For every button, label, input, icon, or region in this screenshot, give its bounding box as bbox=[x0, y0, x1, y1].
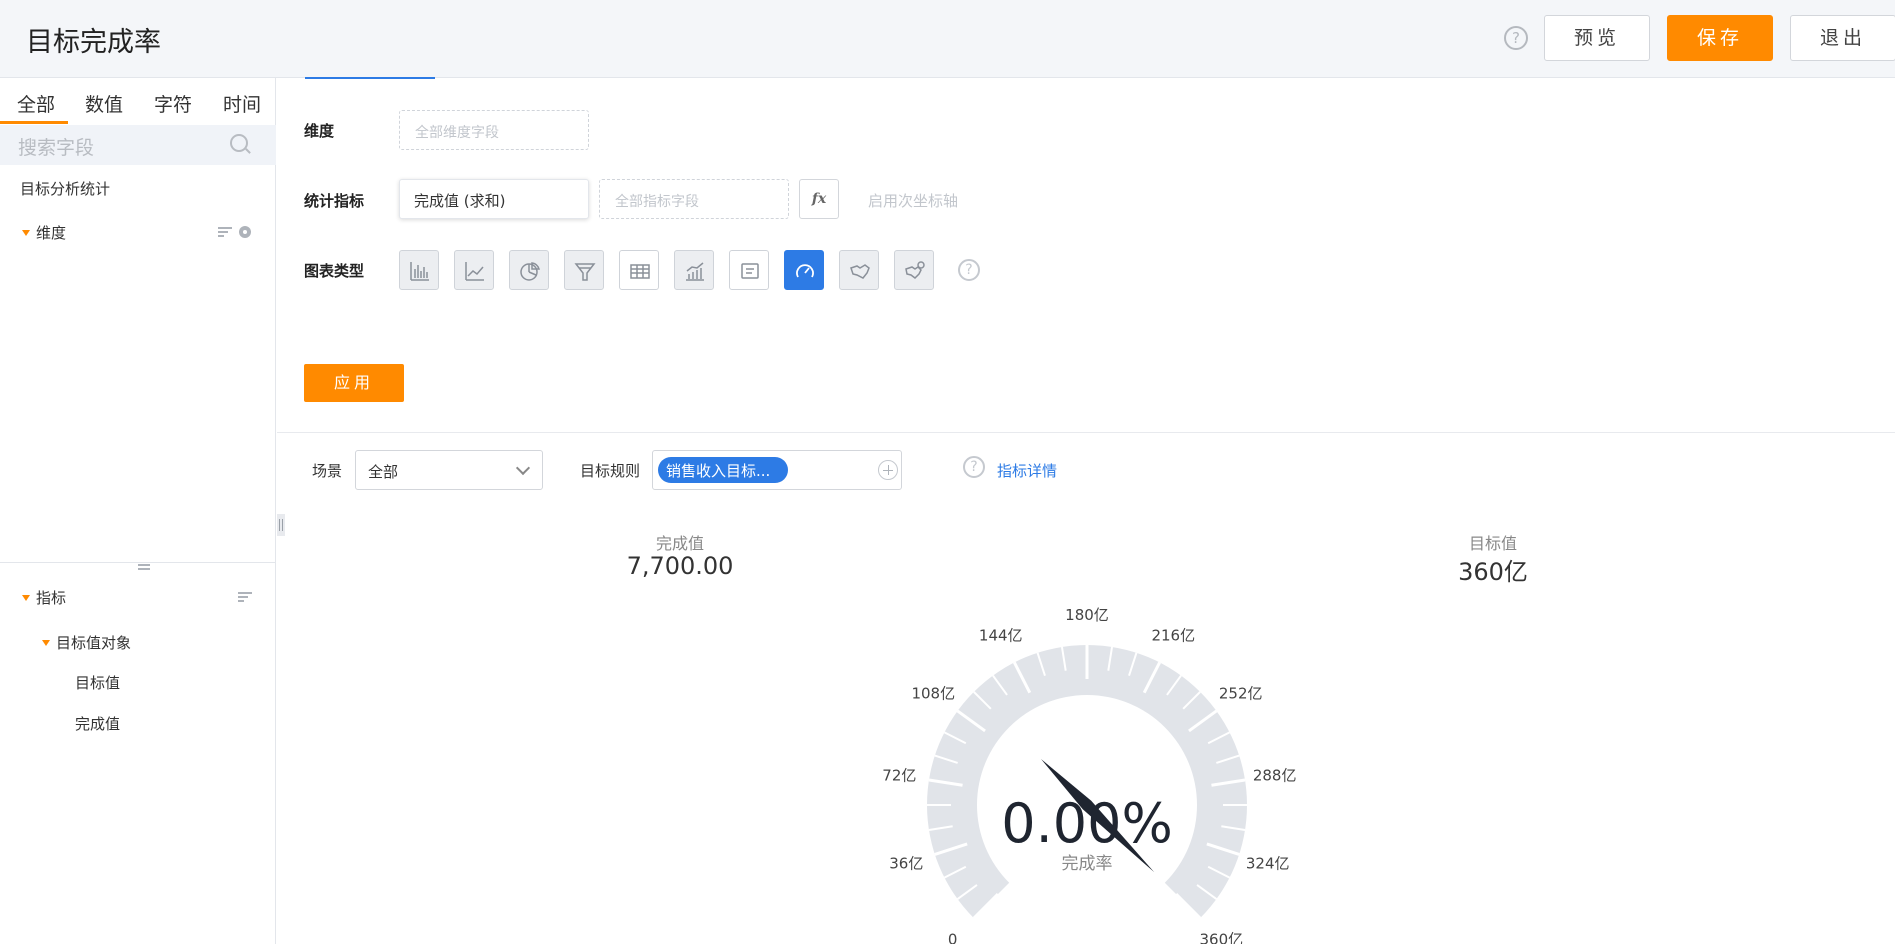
sidebar-divider bbox=[0, 562, 276, 563]
gauge-tick-label: 216亿 bbox=[1151, 627, 1195, 645]
gauge-tick-label: 324亿 bbox=[1246, 855, 1290, 873]
caret-down-icon bbox=[22, 595, 30, 601]
tab-string[interactable]: 字符 bbox=[154, 90, 192, 117]
sort-icon[interactable] bbox=[218, 227, 232, 237]
page-title: 目标完成率 bbox=[26, 27, 161, 58]
gauge-tick-label: 252亿 bbox=[1219, 684, 1263, 702]
field-actual-value[interactable]: 完成值 bbox=[75, 713, 120, 734]
active-tab-underline bbox=[0, 121, 68, 124]
resize-handle[interactable] bbox=[138, 564, 150, 570]
search-input[interactable]: 搜索字段 bbox=[18, 133, 94, 160]
measure-subgroup-label: 目标值对象 bbox=[56, 634, 132, 652]
measure-subgroup[interactable]: 目标值对象 bbox=[42, 632, 131, 653]
caret-down-icon bbox=[22, 230, 30, 236]
gauge-chart: 0 36亿 72亿 108亿 144亿 180亿 216亿 252亿 288亿 324亿 360亿 0… bbox=[882, 606, 1297, 944]
measure-group-label: 指标 bbox=[36, 589, 67, 607]
main-panel: 维度 全部维度字段 统计指标 完成值 (求和) 全部指标字段 fx 启用次坐标轴… bbox=[277, 78, 1895, 944]
search-icon[interactable] bbox=[230, 134, 248, 152]
sort-icon[interactable] bbox=[238, 592, 252, 602]
gauge-band bbox=[926, 645, 1247, 919]
dimension-group-label: 维度 bbox=[36, 224, 67, 242]
gauge-tick-label: 108亿 bbox=[911, 684, 955, 702]
preview-button[interactable]: 预览 bbox=[1544, 15, 1650, 61]
field-target-value[interactable]: 目标值 bbox=[75, 672, 120, 693]
gauge-tick-label: 72亿 bbox=[882, 766, 916, 784]
gear-icon[interactable] bbox=[239, 226, 251, 238]
caret-down-icon bbox=[42, 640, 50, 646]
dimension-group[interactable]: 维度 bbox=[22, 222, 66, 243]
gauge-tick-label: 36亿 bbox=[889, 855, 923, 873]
dataset-name: 目标分析统计 bbox=[20, 180, 111, 198]
save-button[interactable]: 保存 bbox=[1667, 15, 1773, 61]
tab-numeric[interactable]: 数值 bbox=[85, 90, 123, 117]
tab-all[interactable]: 全部 bbox=[17, 90, 55, 117]
gauge-tick-label: 144亿 bbox=[979, 627, 1023, 645]
field-type-tabs: 全部 数值 字符 时间 bbox=[0, 78, 276, 124]
gauge-center-label: 完成率 bbox=[1062, 854, 1113, 874]
exit-button[interactable]: 退出 bbox=[1790, 15, 1895, 61]
help-icon[interactable]: ? bbox=[1504, 26, 1528, 50]
measure-group[interactable]: 指标 bbox=[22, 587, 66, 608]
field-sidebar: 全部 数值 字符 时间 搜索字段 目标分析统计 维度 指标 目标值对象 目标值 … bbox=[0, 78, 276, 944]
field-search: 搜索字段 bbox=[0, 125, 276, 165]
gauge-tick-label: 180亿 bbox=[1065, 606, 1109, 624]
tab-time[interactable]: 时间 bbox=[223, 90, 261, 117]
gauge-tick-label: 0 bbox=[948, 930, 958, 944]
gauge-tick-label: 288亿 bbox=[1253, 766, 1297, 784]
gauge-center-value: 0.00% bbox=[1001, 792, 1173, 855]
gauge-tick-label: 360亿 bbox=[1200, 930, 1244, 944]
top-header: 目标完成率 ? 预览 保存 退出 bbox=[0, 0, 1895, 79]
